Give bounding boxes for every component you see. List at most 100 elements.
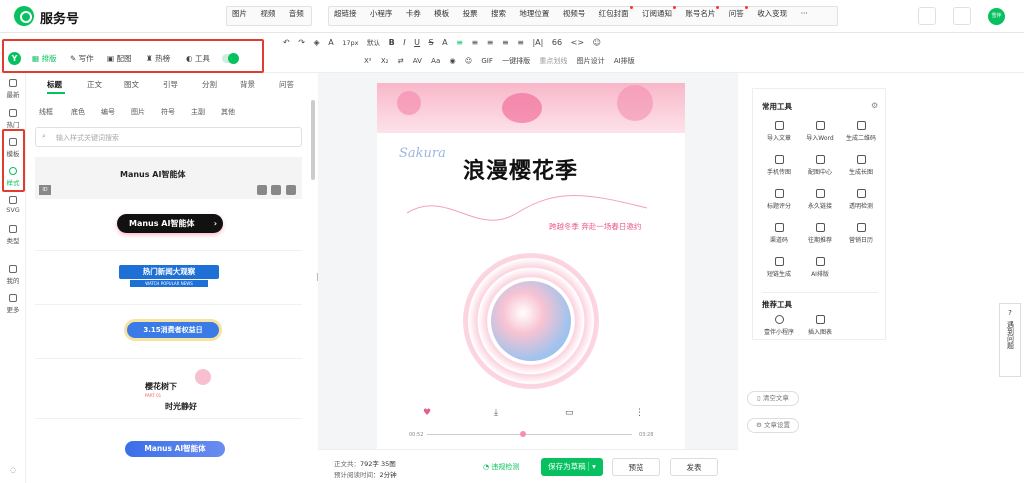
more-icon[interactable]: ⋮ [635, 408, 644, 418]
ai-layout-button[interactable]: AI排版 [614, 57, 635, 65]
underline-button[interactable]: U [414, 38, 420, 47]
tab-body[interactable]: 正文 [87, 79, 102, 90]
menu-location[interactable]: 地理位置 [519, 8, 549, 19]
menu-channels[interactable]: 视频号 [563, 8, 586, 19]
direction-icon[interactable]: ⇄ [398, 57, 404, 65]
tool-ai-layout[interactable]: AI排版 [800, 257, 840, 278]
chevron-down-icon[interactable]: ▾ [588, 462, 596, 471]
indent-icon[interactable]: ≡ [502, 38, 509, 47]
settings-icon[interactable]: ⚙ [871, 101, 878, 110]
gif-icon[interactable]: GIF [481, 57, 493, 65]
tool-import-article[interactable]: 导入文章 [759, 121, 799, 142]
document-icon[interactable] [918, 7, 936, 25]
article-settings-button[interactable]: ⚙ 文章设置 [747, 418, 799, 433]
help-widget[interactable]: ? 遇到问题 [999, 303, 1021, 377]
tab-qa[interactable]: 问答 [279, 79, 294, 90]
edit-icon[interactable] [271, 185, 281, 195]
align-left-icon[interactable]: ≡ [456, 38, 463, 47]
nav-mine[interactable]: 我的 [0, 265, 26, 285]
save-draft-button[interactable]: 保存为草稿 ▾ [541, 458, 603, 476]
one-click-layout-button[interactable]: 一键排版 [502, 57, 530, 65]
headset-icon[interactable]: ◌ [0, 466, 26, 474]
quote-icon[interactable]: 66 [552, 38, 562, 47]
menu-search[interactable]: 搜索 [491, 8, 506, 19]
style-card-3[interactable]: 热门新闻大观察 WATCH POPULAR NEWS [35, 253, 302, 305]
progress-track[interactable] [427, 434, 632, 435]
tab-guide[interactable]: 引导 [163, 79, 178, 90]
undo-icon[interactable]: ↶ [283, 38, 290, 47]
tool-long-image[interactable]: 生成长图 [841, 155, 881, 176]
tab-divider[interactable]: 分割 [202, 79, 217, 90]
tool-permalink[interactable]: 永久链接 [800, 189, 840, 210]
tool-transparency[interactable]: 透明检测 [841, 189, 881, 210]
history-icon[interactable] [257, 185, 267, 195]
style-card-5[interactable]: 樱花树下 PART 01 时光静好 [35, 361, 302, 419]
letter-spacing-icon[interactable]: |A| [532, 38, 543, 47]
image-design-button[interactable]: 图片设计 [577, 57, 605, 65]
tool-past-recommend[interactable]: 往期推荐 [800, 223, 840, 244]
tool-marketing-calendar[interactable]: 营销日历 [841, 223, 881, 244]
like-icon[interactable]: ♥ [423, 408, 431, 418]
menu-video[interactable]: 视频 [260, 8, 275, 19]
list-icon[interactable]: ≡ [517, 38, 524, 47]
style-search-input[interactable]: ⌕ 输入样式关键词搜索 [35, 127, 302, 147]
case-icon[interactable]: Aa [431, 57, 440, 65]
menu-subscribe[interactable]: 订阅通知 [642, 6, 677, 19]
chip-image[interactable]: 图片 [131, 107, 145, 117]
chip-number[interactable]: 编号 [101, 107, 115, 117]
chip-mainsub[interactable]: 主副 [191, 107, 205, 117]
tool-insert-chart[interactable]: 插入图表 [800, 315, 840, 336]
tool-short-link[interactable]: 短链生成 [759, 257, 799, 278]
sticker-icon[interactable]: ☺ [465, 57, 472, 65]
preview-button[interactable]: 预览 [612, 458, 660, 476]
code-icon[interactable]: <> [571, 38, 584, 47]
nav-latest[interactable]: 最新 [0, 79, 26, 99]
panel-scrollbar[interactable] [311, 100, 315, 180]
menu-redpacket[interactable]: 红包封面 [599, 6, 633, 19]
chip-bgcolor[interactable]: 底色 [71, 107, 85, 117]
chip-symbol[interactable]: 符号 [161, 107, 175, 117]
subscript-icon[interactable]: X₂ [381, 57, 389, 65]
emphasis-line-button[interactable]: 重点划线 [539, 57, 567, 65]
redo-icon[interactable]: ↷ [298, 38, 305, 47]
italic-button[interactable]: I [403, 38, 405, 47]
tool-channel-code[interactable]: 渠道码 [759, 223, 799, 244]
violation-check-button[interactable]: ◔ 违规检测 [483, 462, 519, 472]
tool-phone-upload[interactable]: 手机传图 [759, 155, 799, 176]
format-painter-icon[interactable]: ◈ [314, 38, 320, 47]
avatar[interactable]: 雪伴 [988, 8, 1005, 25]
clear-article-button[interactable]: ▯ 清空文章 [747, 391, 799, 406]
font-family-select[interactable]: 默认 [367, 39, 380, 47]
bold-button[interactable]: B [389, 38, 395, 47]
nav-hot[interactable]: 热门 [0, 109, 26, 129]
emoji-icon[interactable]: ☺ [593, 38, 601, 47]
comment-icon[interactable]: ▭ [565, 408, 574, 418]
line-height-icon[interactable]: ≡ [487, 38, 494, 47]
menu-template[interactable]: 模板 [434, 8, 449, 19]
chip-other[interactable]: 其他 [221, 107, 235, 117]
style-card-1[interactable]: Manus AI智能体 ID [35, 157, 302, 199]
tool-image-center[interactable]: 配图中心 [800, 155, 840, 176]
font-size-select[interactable]: 17px [342, 39, 358, 47]
style-card-2[interactable]: Manus AI智能体 › [35, 203, 302, 251]
menu-monetize[interactable]: 收入变现 [757, 8, 787, 19]
favorite-icon[interactable] [286, 185, 296, 195]
tab-background[interactable]: 背景 [240, 79, 255, 90]
shield-icon[interactable] [953, 7, 971, 25]
menu-audio[interactable]: 音频 [289, 8, 304, 19]
nav-type[interactable]: 类型 [0, 225, 26, 245]
spacing-icon[interactable]: AV [413, 57, 422, 65]
tool-title-score[interactable]: 标题评分 [759, 189, 799, 210]
tool-import-word[interactable]: 导入Word [800, 121, 840, 142]
superscript-icon[interactable]: X² [364, 57, 372, 65]
menu-card[interactable]: 卡券 [406, 8, 421, 19]
tool-yiban-miniprogram[interactable]: 壹伴小程序 [759, 315, 799, 336]
menu-qa[interactable]: 问答 [729, 6, 748, 19]
align-center-icon[interactable]: ≡ [471, 38, 478, 47]
menu-image[interactable]: 图片 [232, 8, 247, 19]
tool-qrcode[interactable]: 生成二维码 [841, 121, 881, 142]
style-card-6[interactable]: Manus AI智能体 [35, 423, 302, 473]
tab-imgtext[interactable]: 图文 [124, 79, 139, 90]
more-menu[interactable]: ··· [801, 9, 808, 18]
article-canvas[interactable]: Sakura 浪漫樱花季 跨越冬季 奔赴一场春日邀约 ♥ ⤓ ▭ ⋮ 00:52… [377, 83, 685, 449]
